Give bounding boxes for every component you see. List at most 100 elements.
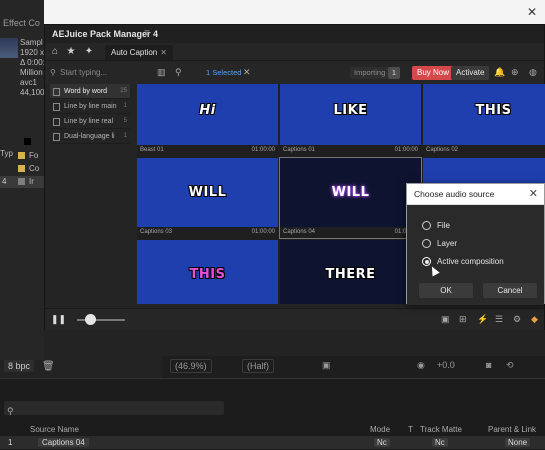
add-sparkle-icon[interactable]: ✦ (83, 46, 95, 57)
preview-icon[interactable]: ▣ (441, 314, 450, 325)
bit-depth-button[interactable]: 8 bpc (4, 360, 35, 372)
project-row-header: Typ (0, 136, 44, 158)
preset-preview[interactable]: THIS (423, 84, 545, 145)
timeline-layer-row[interactable]: 1 Captions 04 Nc Nc None (0, 436, 545, 449)
home-icon[interactable]: ⌂ (49, 46, 61, 57)
exposure-value[interactable]: +0.0 (437, 360, 455, 370)
caption-preset-card[interactable]: THISCaptions 0601:00:00 (137, 240, 278, 304)
caption-preset-card[interactable]: WILLCaptions 0401:00:00 (279, 157, 422, 239)
timeline-header: Source Name Mode T Track Matte Parent & … (30, 425, 537, 434)
list-icon[interactable]: ☰ (495, 314, 503, 325)
volume-slider-knob[interactable] (85, 314, 96, 325)
resolution-dropdown[interactable]: (Half) (242, 359, 274, 373)
radio-button[interactable] (422, 239, 431, 249)
preset-preview[interactable]: Hi (137, 84, 278, 145)
close-icon[interactable]: ✕ (525, 5, 539, 19)
preview-word: WILL (188, 185, 227, 200)
window-titlebar: AEJuice Pack Manager 4 ≡ (45, 25, 544, 43)
cancel-button[interactable]: Cancel (483, 283, 537, 298)
caption-preset-card[interactable]: THERECaptions 0701:00:00 (280, 240, 421, 304)
preset-name: Captions 02 (426, 147, 459, 153)
bolt-icon[interactable]: ⚡ (477, 314, 488, 325)
preset-preview[interactable]: THIS (137, 240, 278, 304)
hamburger-menu-icon[interactable]: ≡ (144, 28, 150, 39)
preview-word: THIS (475, 103, 512, 118)
timeline-panel: ⚲ Source Name Mode T Track Matte Parent … (0, 378, 545, 450)
bell-icon[interactable]: 🔔 (494, 67, 505, 78)
tab-label: Auto Caption (111, 48, 158, 57)
item-icon (18, 178, 25, 186)
camera-icon[interactable]: ◙ (486, 360, 491, 370)
zoom-dropdown[interactable]: (46.9%) (170, 359, 212, 373)
label-swatch (24, 138, 31, 146)
share-icon[interactable]: ⟲ (506, 360, 514, 371)
grid-view-icon[interactable]: ⊞ (459, 314, 467, 325)
preset-duration: 01:00:00 (251, 229, 275, 235)
preset-preview[interactable]: WILL (280, 158, 421, 227)
activate-button[interactable]: Activate (451, 66, 490, 80)
importing-count-badge: 1 (388, 67, 400, 79)
preset-duration: 01:00:00 (251, 147, 275, 153)
selected-count: 1 Selected (206, 68, 242, 77)
color-wheel-icon[interactable]: ◉ (417, 360, 425, 371)
sidebar-toggle-icon[interactable]: ▥ (157, 67, 166, 78)
sidebar-item-dual-language[interactable]: Dual-language li 1 (50, 129, 130, 144)
mode-dropdown[interactable]: Nc (374, 438, 390, 447)
preset-name: Captions 04 (283, 229, 316, 235)
document-icon (53, 132, 60, 141)
parent-dropdown[interactable]: None (505, 438, 531, 447)
sidebar-item-line-by-line-main[interactable]: Line by line main 1 (50, 99, 130, 114)
ok-button[interactable]: OK (419, 283, 473, 298)
track-matte-dropdown[interactable]: Nc (432, 438, 448, 447)
dialog-title: Choose audio source (414, 189, 495, 199)
preset-preview[interactable]: LIKE (280, 84, 421, 145)
preset-duration: 01:00:00 (394, 147, 418, 153)
close-icon[interactable]: ✕ (529, 187, 538, 200)
footage-thumbnail (0, 38, 18, 58)
view-options-icon[interactable]: ▣ (322, 360, 331, 371)
effect-controls-tab[interactable]: Effect Co (0, 18, 44, 28)
caption-preset-card[interactable]: LIKE Captions 01 01:00:00 (280, 84, 421, 156)
tab-auto-captions[interactable]: Auto Caption ✕ (105, 45, 173, 60)
sidebar-item-word-by-word[interactable]: Word by word 25 (50, 84, 130, 99)
preset-name: Captions 03 (140, 229, 173, 235)
top-bar: ✕ (40, 0, 545, 24)
project-panel: Effect Co Sampl 1920 x Δ 0:00: Million a… (0, 0, 45, 360)
star-icon[interactable]: ★ (65, 46, 77, 57)
user-icon[interactable]: ◍ (529, 67, 537, 78)
clear-selection-icon[interactable]: ✕ (243, 67, 251, 78)
settings-gear-icon[interactable]: ⚙ (513, 314, 521, 325)
timeline-search[interactable]: ⚲ (4, 401, 224, 416)
plus-circle-icon[interactable]: ⊕ (511, 67, 519, 78)
tab-bar: ⌂ ★ ✦ Auto Caption ✕ (45, 43, 544, 61)
category-sidebar: Word by word 25 Line by line main 1 Line b… (50, 84, 130, 304)
project-row[interactable]: Co (0, 163, 44, 175)
radio-option-layer[interactable]: Layer (422, 238, 457, 250)
radio-option-file[interactable]: File (422, 220, 450, 232)
project-row[interactable]: 4 Ir (0, 176, 44, 188)
radio-button-selected[interactable] (422, 257, 431, 267)
dialog-body: File Layer Active composition OK Cancel (407, 205, 544, 305)
layer-name[interactable]: Captions 04 (38, 438, 89, 447)
buy-now-button[interactable]: Buy Now (412, 66, 455, 80)
caption-preset-card[interactable]: Hi Beast 01 01:00:00 (137, 84, 278, 156)
pause-icon[interactable]: ❚❚ (51, 314, 66, 325)
sidebar-item-line-by-line-real[interactable]: Line by line real 5 (50, 114, 130, 129)
search-icon[interactable]: ⚲ (175, 67, 182, 78)
document-icon (53, 102, 60, 111)
choose-audio-source-dialog: Choose audio source ✕ File Layer Active … (406, 183, 545, 305)
close-tab-icon[interactable]: ✕ (160, 48, 167, 57)
preset-preview[interactable]: WILL (137, 158, 278, 227)
trash-icon[interactable]: 🗑 (42, 361, 55, 372)
caption-preset-card[interactable]: WILL Captions 03 01:00:00 (137, 158, 278, 238)
window-title: AEJuice Pack Manager 4 (52, 29, 159, 39)
search-input[interactable]: ⚲ Start typing... (50, 66, 145, 80)
radio-button[interactable] (422, 221, 431, 231)
search-icon: ⚲ (50, 68, 56, 77)
project-row[interactable]: Fo (0, 150, 44, 162)
caption-preset-card[interactable]: THIS Captions 02 (423, 84, 545, 156)
playback-bar: ❚❚ ▣ ⊞ ⚡ ☰ ⚙ ◆ (45, 308, 544, 330)
preset-preview[interactable]: THERE (280, 240, 421, 304)
viewer-controls: (46.9%) (Half) ▣ ◉ +0.0 ◙ ⟲ (162, 356, 545, 378)
toolbar: ⚲ Start typing... ▥ ⚲ 1 Selected ✕ Import… (45, 62, 544, 84)
